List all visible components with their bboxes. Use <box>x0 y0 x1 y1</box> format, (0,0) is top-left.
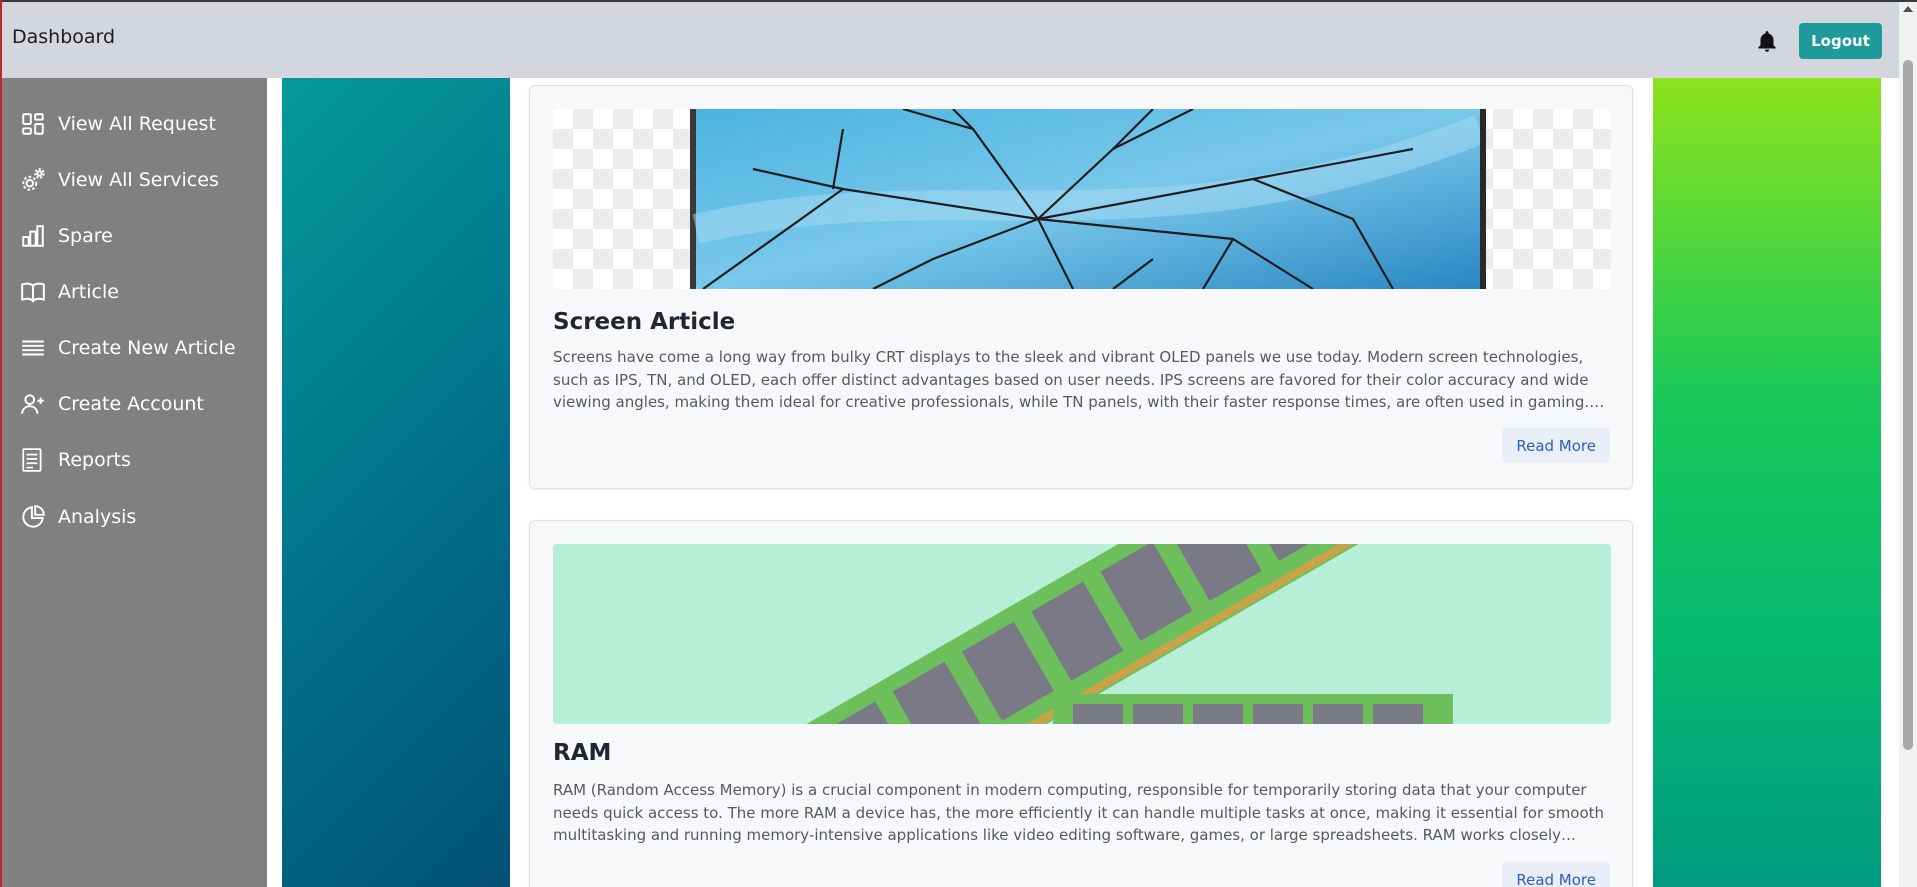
bar-chart-icon <box>20 223 46 249</box>
sidebar-item-create-new-article[interactable]: Create New Article <box>2 326 267 370</box>
sidebar-item-reports[interactable]: Reports <box>2 438 267 482</box>
pie-chart-icon <box>20 504 46 530</box>
scroll-up-arrow-icon[interactable] <box>1903 6 1913 12</box>
cracked-screen-image <box>553 109 1611 289</box>
window-left-border <box>0 0 2 887</box>
sidebar-item-create-account[interactable]: Create Account <box>2 382 267 426</box>
sidebar-item-label: Spare <box>58 225 113 247</box>
sidebar-item-label: View All Request <box>58 113 216 135</box>
sidebar-item-label: Create Account <box>58 393 204 415</box>
article-card: RAM RAM (Random Access Memory) is a cruc… <box>529 520 1633 887</box>
sidebar-item-label: Analysis <box>58 506 137 528</box>
sidebar-item-label: Create New Article <box>58 337 236 359</box>
article-card: Screen Article Screens have come a long … <box>529 85 1633 489</box>
open-book-icon <box>20 279 46 305</box>
right-gradient-panel <box>1653 78 1881 887</box>
read-more-button[interactable]: Read More <box>1502 428 1610 463</box>
sidebar-item-view-all-services[interactable]: View All Services <box>2 158 267 202</box>
gears-icon <box>20 167 46 193</box>
read-more-button[interactable]: Read More <box>1502 862 1610 887</box>
top-navbar: Dashboard Logout <box>0 2 1899 78</box>
ram-modules-image <box>553 544 1611 724</box>
sidebar-item-label: Reports <box>58 449 131 471</box>
article-excerpt: RAM (Random Access Memory) is a crucial … <box>553 781 1605 844</box>
sidebar-item-label: View All Services <box>58 169 219 191</box>
sidebar-gutter <box>267 78 282 887</box>
logout-button[interactable]: Logout <box>1799 23 1882 59</box>
dashboard-brand[interactable]: Dashboard <box>12 26 115 48</box>
scrollbar-thumb[interactable] <box>1903 60 1913 750</box>
dashboard-grid-icon <box>20 111 46 137</box>
sidebar-item-label: Article <box>58 281 119 303</box>
lines-list-icon <box>20 335 46 361</box>
sidebar-item-article[interactable]: Article <box>2 270 267 314</box>
article-excerpt: Screens have come a long way from bulky … <box>553 348 1590 411</box>
report-document-icon <box>20 447 46 473</box>
user-plus-icon <box>20 391 46 417</box>
sidebar-item-spare[interactable]: Spare <box>2 214 267 258</box>
sidebar: View All Request View All Services Spare… <box>2 78 267 887</box>
sidebar-item-analysis[interactable]: Analysis <box>2 495 267 539</box>
window-top-border <box>0 0 1917 2</box>
page-scrollbar[interactable] <box>1899 2 1917 887</box>
sidebar-item-view-all-request[interactable]: View All Request <box>2 102 267 146</box>
notification-bell-icon[interactable] <box>1754 28 1780 56</box>
article-title: RAM <box>553 740 612 766</box>
article-title: Screen Article <box>553 309 736 335</box>
